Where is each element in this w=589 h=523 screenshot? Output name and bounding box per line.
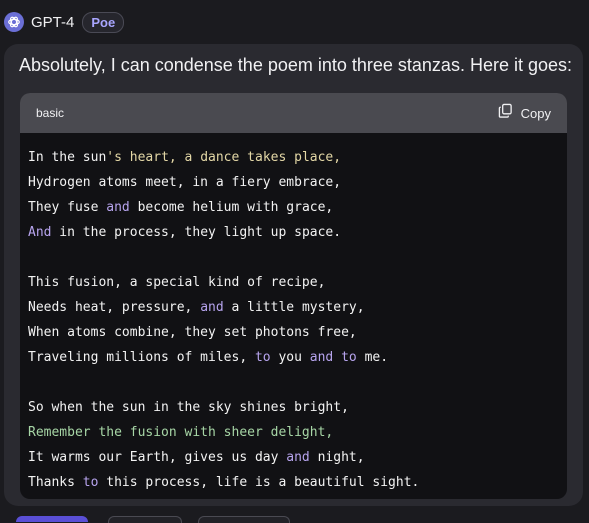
copy-icon: [498, 103, 513, 123]
action-buttons-row: [0, 516, 589, 523]
code-token: in the process, they light up space.: [51, 225, 342, 240]
code-content: In the sun's heart, a dance takes place,…: [20, 133, 567, 495]
copy-button[interactable]: Copy: [498, 103, 551, 123]
code-token: to: [254, 350, 271, 365]
code-token: Traveling millions of miles,: [28, 350, 255, 365]
code-token: Thanks: [28, 475, 83, 490]
message-header: GPT-4 Poe: [4, 10, 125, 34]
message-bubble: Absolutely, I can condense the poem into…: [4, 44, 583, 506]
code-line: This fusion, a special kind of recipe,: [28, 270, 567, 295]
bot-name[interactable]: GPT-4: [31, 14, 74, 31]
code-token: It warms our Earth, gives us day: [28, 450, 287, 465]
code-line: They fuse and become helium with grace,: [28, 195, 567, 220]
code-token: This fusion, a special kind of recipe,: [28, 275, 326, 290]
code-token: Remember the fusion with sheer delight,: [28, 425, 334, 440]
openai-logo-icon[interactable]: [4, 12, 24, 32]
code-token: Hydrogen atoms meet, in a fiery embrace,: [28, 175, 342, 190]
code-token: to: [82, 475, 99, 490]
code-token: a little mystery,: [223, 300, 365, 315]
primary-action-button[interactable]: [16, 516, 88, 522]
code-token: to: [341, 350, 357, 365]
code-token: In the sun: [28, 150, 107, 165]
copy-label: Copy: [520, 105, 551, 121]
code-line: Thanks to this process, life is a beauti…: [28, 470, 567, 495]
code-line: So when the sun in the sky shines bright…: [28, 395, 567, 420]
code-token: Needs heat, pressure,: [28, 300, 201, 315]
code-line: And in the process, they light up space.: [28, 220, 567, 245]
code-token: And: [28, 225, 52, 240]
code-line: It warms our Earth, gives us day and nig…: [28, 445, 567, 470]
code-line: Needs heat, pressure, and a little myste…: [28, 295, 567, 320]
code-token: They fuse: [28, 200, 107, 215]
code-token: So when the sun in the sky shines bright…: [28, 400, 349, 415]
code-token: you: [270, 350, 310, 365]
code-line: Hydrogen atoms meet, in a fiery embrace,: [28, 170, 567, 195]
code-block-header: basic Copy: [20, 93, 567, 133]
code-line: Traveling millions of miles, to you and …: [28, 345, 567, 370]
poe-badge[interactable]: Poe: [82, 11, 125, 33]
code-token: and: [200, 300, 224, 315]
code-token: this process, life is a beautiful sight.: [98, 475, 420, 490]
code-token: night,: [309, 450, 365, 465]
code-token: me.: [356, 350, 389, 365]
code-token: become helium with grace,: [129, 200, 334, 215]
code-line: When atoms combine, they set photons fre…: [28, 320, 567, 345]
code-token: and: [286, 450, 310, 465]
code-token: 's heart, a dance takes place,: [106, 150, 342, 165]
code-token: and: [309, 350, 334, 365]
code-language-label: basic: [36, 106, 65, 120]
code-block: basic Copy In the sun's heart, a dance t…: [20, 93, 567, 499]
code-token: and: [106, 200, 130, 215]
code-line: Remember the fusion with sheer delight,: [28, 420, 567, 445]
code-token: When atoms combine, they set photons fre…: [28, 325, 357, 340]
code-line: In the sun's heart, a dance takes place,: [28, 145, 567, 170]
message-intro-text: Absolutely, I can condense the poem into…: [19, 55, 572, 75]
